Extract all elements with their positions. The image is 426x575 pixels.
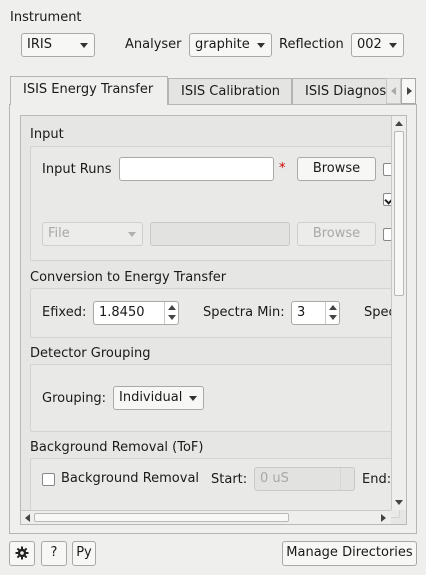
tab-isis-calibration[interactable]: ISIS Calibration [168,78,292,105]
browse-file-button[interactable]: Browse [297,222,376,246]
instrument-select-value: IRIS [27,37,52,52]
analyser-select[interactable]: graphite [189,33,272,57]
spin-down-icon[interactable] [329,315,337,320]
tab-label: ISIS Calibration [181,84,281,99]
file-type-select[interactable]: File [42,222,143,246]
manage-directories-button[interactable]: Manage Directories [282,541,417,566]
tab-scroll-left-button[interactable] [386,78,401,104]
input-runs-field[interactable] [119,157,274,181]
chevron-down-icon [389,43,397,48]
vertical-scrollbar-thumb[interactable] [394,131,404,296]
instrument-select[interactable]: IRIS [21,33,95,57]
tab-isis-energy-transfer[interactable]: ISIS Energy Transfer [10,76,168,105]
efixed-value: 1.8450 [99,305,145,320]
vertical-scrollbar[interactable] [391,116,406,510]
browse-runs-button[interactable]: Browse [297,157,376,181]
reflection-select[interactable]: 002 [351,33,404,57]
grouping-select-value: Individual [119,390,183,405]
spectra-min-spinbox[interactable]: 3 [291,301,340,325]
python-button[interactable]: Py [72,541,96,566]
chevron-down-icon [128,232,136,237]
input-section-label: Input [30,127,64,142]
scroll-area: Input Input Runs * Browse File Browse Co… [20,115,407,525]
settings-button[interactable] [9,541,35,566]
chevron-down-icon [257,43,265,48]
tab-label: ISIS Diagnos [305,84,387,99]
grouping-section-label: Detector Grouping [30,346,151,361]
file-path-field[interactable] [150,222,290,246]
spin-buttons[interactable] [340,468,354,490]
input-group: Input Runs * Browse File Browse [30,146,400,261]
analyser-label: Analyser [125,37,182,52]
scroll-down-icon[interactable] [395,500,403,505]
grouping-group: Grouping: Individual [30,364,400,432]
gear-icon [15,546,29,560]
tab-pane: Input Input Runs * Browse File Browse Co… [9,104,417,534]
spin-buttons[interactable] [325,302,339,324]
chevron-down-icon [189,396,197,401]
background-group: Background Removal Start: 0 uS End: [30,458,400,518]
spin-up-icon[interactable] [168,305,176,310]
background-start-value: 0 uS [260,471,289,486]
background-start-spinbox[interactable]: 0 uS [254,467,355,491]
scroll-right-icon[interactable] [381,514,386,522]
chevron-right-icon [407,87,412,95]
help-button[interactable]: ? [41,541,67,566]
scroll-left-icon[interactable] [25,514,30,522]
chevron-down-icon [80,43,88,48]
reflection-select-value: 002 [357,37,382,52]
chevron-left-icon [391,87,396,95]
grouping-select[interactable]: Individual [113,386,204,410]
spin-buttons[interactable] [164,302,178,324]
background-end-label: End: [362,472,392,487]
efixed-spinbox[interactable]: 1.8450 [93,301,179,325]
tab-label: ISIS Energy Transfer [23,82,154,97]
tab-scroll-right-button[interactable] [401,78,416,104]
grouping-label: Grouping: [42,391,107,406]
background-removal-label: Background Removal [61,471,200,486]
file-type-select-value: File [48,226,70,241]
horizontal-scrollbar[interactable] [21,510,391,524]
instrument-section-label: Instrument [10,10,82,25]
spin-up-icon[interactable] [329,305,337,310]
analyser-select-value: graphite [195,37,250,52]
conversion-section-label: Conversion to Energy Transfer [30,270,227,285]
background-start-label: Start: [211,472,248,487]
tab-isis-diagnostics[interactable]: ISIS Diagnos [292,78,387,105]
reflection-label: Reflection [279,37,344,52]
conversion-group: Efixed: 1.8450 Spectra Min: 3 Spec [30,288,400,338]
scroll-up-icon[interactable] [395,121,403,126]
spectra-min-label: Spectra Min: [203,305,285,320]
spectra-min-value: 3 [297,305,306,320]
efixed-label: Efixed: [42,305,87,320]
background-removal-checkbox[interactable] [42,473,55,486]
horizontal-scrollbar-thumb[interactable] [34,513,289,522]
required-marker: * [279,161,286,176]
spin-down-icon[interactable] [168,315,176,320]
input-runs-label: Input Runs [42,162,112,177]
background-section-label: Background Removal (ToF) [30,440,204,455]
